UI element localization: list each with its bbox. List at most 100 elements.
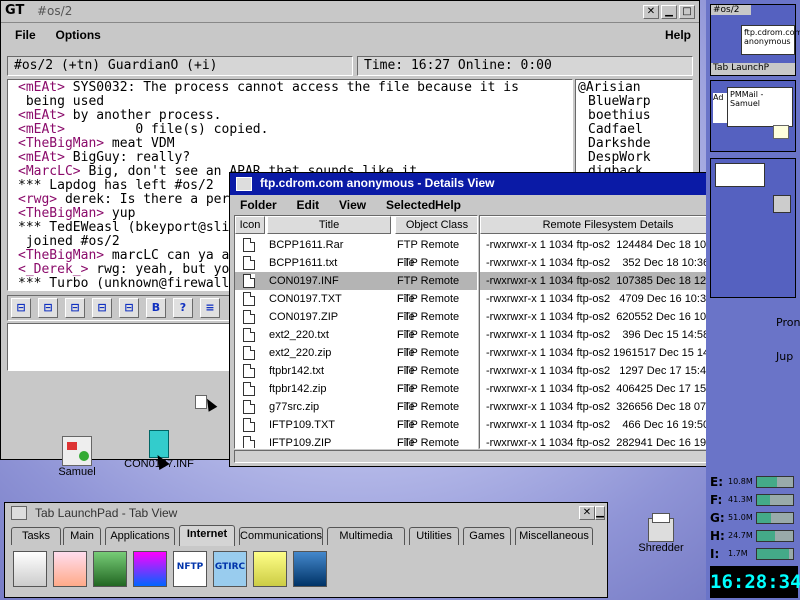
toolbar-button-2[interactable]: ⊟ — [65, 298, 85, 318]
user-list-item[interactable]: Cadfael — [578, 123, 692, 137]
tab-tasks[interactable]: Tasks — [11, 527, 61, 545]
file-name: BCPP1611.txt — [269, 257, 338, 269]
chat-text: SYS0032: The process cannot access the f… — [64, 80, 519, 95]
user-list-item[interactable]: DespWork — [578, 151, 692, 165]
file-row[interactable]: CON0197.INF FTP Remote File — [235, 272, 477, 305]
launchpad-system-menu-icon[interactable] — [11, 506, 27, 520]
file-name: ftpbr142.txt — [269, 365, 325, 377]
toolbar-button-6[interactable]: ? — [173, 298, 193, 318]
tab-games[interactable]: Games — [463, 527, 511, 545]
close-icon[interactable]: ✕ — [643, 5, 659, 19]
user-list-item[interactable]: Darkshde — [578, 137, 692, 151]
desktop-icon-label: Samuel — [58, 466, 96, 478]
file-row[interactable]: CON0197.ZIP FTP Remote File — [235, 308, 477, 341]
nftp-icon[interactable]: NFTP — [173, 551, 207, 587]
menu-selected[interactable]: Selected — [386, 198, 435, 212]
file-name: IFTP109.ZIP — [269, 437, 332, 449]
tab-communications[interactable]: Communications — [239, 527, 323, 545]
tab-utilities[interactable]: Utilities — [409, 527, 459, 545]
toolbar-button-7[interactable]: ≡ — [200, 298, 220, 318]
tab-main[interactable]: Main — [63, 527, 101, 545]
file-details: -rwxrwxr-x 1 1034 ftp-os2 352 Dec 18 10:… — [486, 257, 710, 269]
minimize-icon[interactable]: ▁ — [595, 506, 605, 520]
mini-desktop-window[interactable] — [710, 158, 796, 298]
chat-line: <mEAt> SYS0032: The process cannot acces… — [18, 81, 572, 95]
menu-folder[interactable]: Folder — [240, 198, 277, 212]
steering-wheel-icon[interactable] — [293, 551, 327, 587]
irc-titlebar[interactable]: GT #os/2 ✕ ▁ □ — [1, 1, 699, 23]
desktop-icon-samuel[interactable]: Samuel — [52, 436, 102, 478]
menu-edit[interactable]: Edit — [297, 198, 320, 212]
mini-title: #os/2 — [711, 5, 751, 15]
toolbar-button-1[interactable]: ⊟ — [38, 298, 58, 318]
toolbar-button-4[interactable]: ⊟ — [119, 298, 139, 318]
chat-text: *** TedEWeasl (bkeyport@sli — [18, 220, 230, 235]
tab-miscellaneous[interactable]: Miscellaneous — [515, 527, 593, 545]
file-icon — [243, 274, 255, 288]
close-icon[interactable]: ✕ — [579, 506, 595, 520]
file-row[interactable]: ftpbr142.zip FTP Remote File — [235, 380, 477, 413]
folder-icon[interactable] — [253, 551, 287, 587]
monitor-icon[interactable] — [133, 551, 167, 587]
file-name: CON0197.TXT — [269, 293, 342, 305]
user-list-item[interactable]: boethius — [578, 109, 692, 123]
column-header-class[interactable]: Object Class — [395, 216, 477, 234]
channel-status: #os/2 (+tn) GuardianO (+i) — [7, 56, 353, 76]
chat-nick: <mEAt> — [18, 150, 65, 165]
column-header-title[interactable]: Title — [267, 216, 391, 234]
file-row[interactable]: ext2_220.zip FTP Remote File — [235, 344, 477, 377]
toolbar-button-3[interactable]: ⊟ — [92, 298, 112, 318]
address-book-icon — [62, 436, 92, 466]
launchpad-titlebar[interactable]: Tab LaunchPad - Tab View ✕ ▁ — [5, 503, 607, 523]
file-row[interactable]: IFTP109.TXT FTP Remote File — [235, 416, 477, 448]
tab-internet[interactable]: Internet — [179, 525, 235, 546]
tab-applications[interactable]: Applications — [105, 527, 175, 545]
menu-file[interactable]: File — [15, 28, 36, 42]
maximize-icon[interactable]: □ — [679, 5, 695, 19]
file-row[interactable]: CON0197.TXT FTP Remote File — [235, 290, 477, 323]
menu-help[interactable]: Help — [435, 198, 461, 212]
mini-launch-title: Tab LaunchP — [711, 63, 795, 75]
drive-usage-fill — [757, 513, 772, 523]
file-details: -rwxrwxr-x 1 1034 ftp-os2 124484 Dec 18 … — [486, 239, 722, 251]
file-icon — [243, 382, 255, 396]
irc-toolbar: ⊟ ⊟ ⊟ ⊟ ⊟ B? ≡ — [7, 295, 233, 321]
chat-text: joined #os/2 — [18, 234, 120, 249]
file-row[interactable]: BCPP1611.Rar FTP Remote File — [235, 236, 477, 269]
mini-irc-window[interactable]: #os/2 ftp.cdrom.com anonymous Tab Launch… — [710, 4, 800, 76]
file-row[interactable]: ftpbr142.txt FTP Remote File — [235, 362, 477, 395]
irc-system-menu-icon[interactable]: GT — [5, 3, 24, 18]
fax-icon[interactable] — [13, 551, 47, 587]
desktop-icon-shredder[interactable]: Shredder — [636, 513, 686, 554]
menu-help[interactable]: Help — [665, 28, 691, 42]
file-name: ftpbr142.zip — [269, 383, 327, 395]
file-details: -rwxrwxr-x 1 1034 ftp-os2 406425 Dec 17 … — [486, 383, 722, 395]
irc-input[interactable] — [7, 323, 233, 371]
ftp-system-menu-icon[interactable] — [236, 177, 252, 191]
user-list-item[interactable]: @Arisian — [578, 81, 692, 95]
toolbar-button-0[interactable]: ⊟ — [11, 298, 31, 318]
column-header-icon[interactable]: Icon — [235, 216, 265, 234]
file-row[interactable]: IFTP109.ZIP FTP Remote File — [235, 434, 477, 449]
menu-options[interactable]: Options — [56, 28, 101, 42]
ftp-titlebar[interactable]: ftp.cdrom.com anonymous - Details View ✕… — [230, 173, 778, 195]
ftp-left-pane[interactable]: Icon Title Object Class BCPP1611.Rar FTP … — [234, 215, 478, 449]
toolbar-button-5[interactable]: B — [146, 298, 166, 318]
mini-pmmail-window[interactable]: Ad PMMail - Samuel — [710, 80, 796, 152]
handshake-icon[interactable] — [53, 551, 87, 587]
user-list-item[interactable]: BlueWarp — [578, 95, 692, 109]
file-row[interactable]: BCPP1611.txtFTP Remote File — [235, 254, 477, 287]
minimize-icon[interactable]: ▁ — [661, 5, 677, 19]
file-row[interactable]: ext2_220.txt FTP Remote File — [235, 326, 477, 359]
column-header-details[interactable]: Remote Filesystem Details — [480, 216, 736, 234]
file-icon — [243, 310, 255, 324]
drive-row: H: 24.7M — [710, 528, 796, 544]
gtirc-icon[interactable]: GTIRC — [213, 551, 247, 587]
tab-multimedia[interactable]: Multimedia — [327, 527, 405, 545]
horizontal-scrollbar[interactable] — [234, 450, 763, 463]
agent-icon[interactable] — [93, 551, 127, 587]
file-icon — [243, 418, 255, 432]
file-details: -rwxrwxr-x 1 1034 ftp-os2 1297 Dec 17 15… — [486, 365, 713, 377]
file-row[interactable]: g77src.zip FTP Remote File — [235, 398, 477, 431]
menu-view[interactable]: View — [339, 198, 366, 212]
